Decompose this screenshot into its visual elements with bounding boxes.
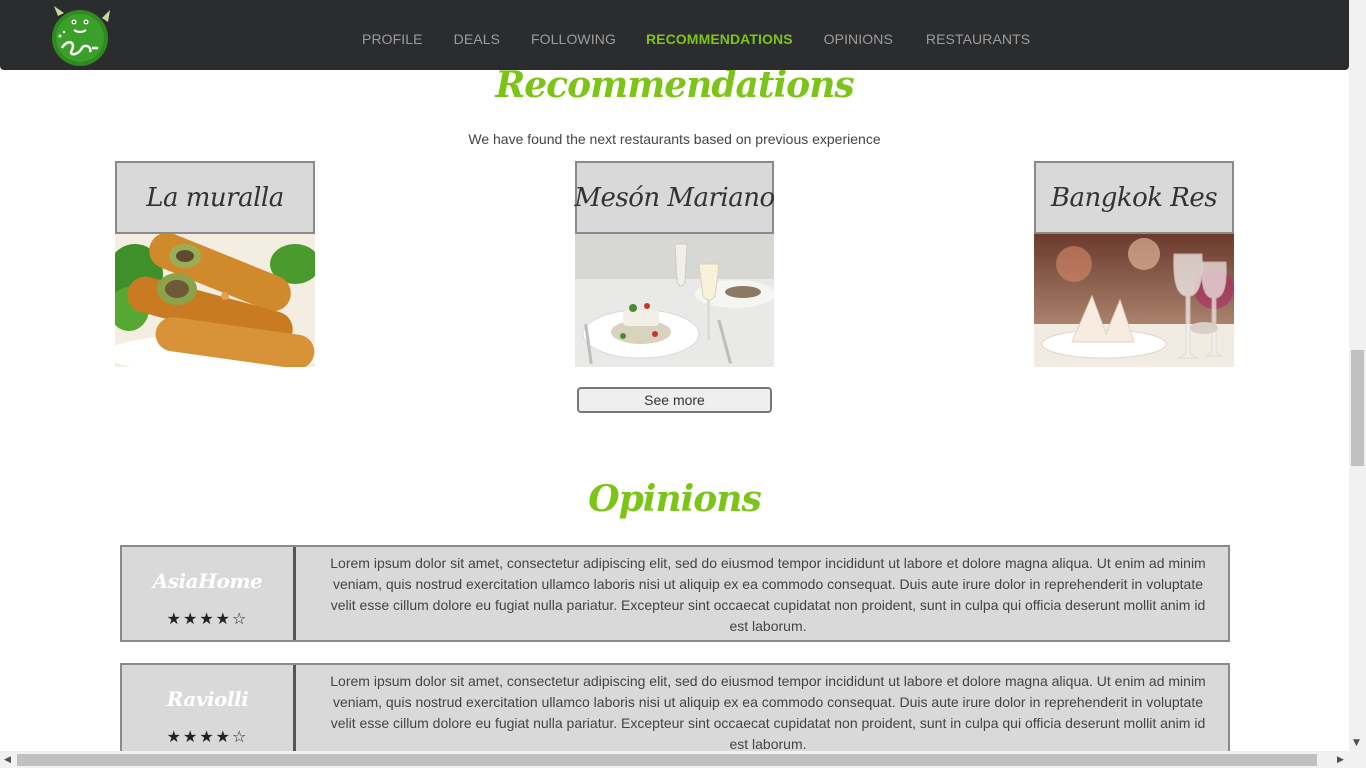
restaurant-card-meson-mariano[interactable]: Mesón Mariano: [574, 161, 775, 367]
opinion-text: Lorem ipsum dolor sit amet, consectetur …: [330, 673, 1206, 752]
see-more-button[interactable]: See more: [577, 387, 772, 413]
monster-logo-icon[interactable]: [48, 6, 114, 66]
opinion-card: Raviolli ★★★★☆ Lorem ipsum dolor sit ame…: [120, 663, 1230, 763]
scroll-right-icon[interactable]: ▶: [1337, 755, 1344, 765]
horizontal-scrollbar-thumb[interactable]: [17, 754, 1317, 766]
opinion-author-panel: AsiaHome ★★★★☆: [122, 547, 296, 640]
scroll-left-icon[interactable]: ◀: [4, 755, 11, 765]
opinion-card: AsiaHome ★★★★☆ Lorem ipsum dolor sit ame…: [120, 545, 1230, 642]
nav-profile[interactable]: PROFILE: [362, 31, 423, 49]
recommendations-subtitle: We have found the next restaurants based…: [468, 131, 881, 147]
opinion-text: Lorem ipsum dolor sit amet, consectetur …: [330, 555, 1206, 634]
scroll-down-icon[interactable]: ▼: [1353, 738, 1360, 748]
recommendations-title: Recommendations: [495, 64, 854, 106]
nav-opinions[interactable]: OPINIONS: [824, 31, 893, 49]
star-rating-icon: ★★★★☆: [166, 609, 249, 628]
restaurant-card-bangkok-res[interactable]: Bangkok Res: [1034, 161, 1234, 367]
restaurant-card-la-muralla[interactable]: La muralla: [115, 161, 315, 367]
spring-rolls-photo[interactable]: [115, 234, 315, 367]
vertical-scrollbar-thumb[interactable]: [1351, 350, 1364, 466]
restaurant-name[interactable]: La muralla: [115, 161, 315, 234]
star-rating-icon: ★★★★☆: [166, 727, 249, 746]
restaurant-name[interactable]: Mesón Mariano: [574, 161, 775, 234]
nav-recommendations[interactable]: RECOMMENDATIONS: [646, 31, 793, 49]
nav-restaurants[interactable]: RESTAURANTS: [926, 31, 1030, 49]
restaurant-name[interactable]: Bangkok Res: [1034, 161, 1234, 234]
nav-following[interactable]: FOLLOWING: [531, 31, 616, 49]
opinion-restaurant-name[interactable]: Raviolli: [122, 687, 293, 711]
plated-dish-photo[interactable]: [575, 234, 774, 367]
top-navbar: PROFILE DEALS FOLLOWING RECOMMENDATIONS …: [0, 0, 1349, 70]
opinions-title: Opinions: [588, 478, 762, 520]
nav-deals[interactable]: DEALS: [454, 31, 500, 49]
opinion-author-panel: Raviolli ★★★★☆: [122, 665, 296, 761]
main-nav: PROFILE DEALS FOLLOWING RECOMMENDATIONS …: [362, 31, 1030, 49]
table-setting-photo[interactable]: [1034, 234, 1234, 367]
opinion-restaurant-name[interactable]: AsiaHome: [122, 569, 293, 593]
